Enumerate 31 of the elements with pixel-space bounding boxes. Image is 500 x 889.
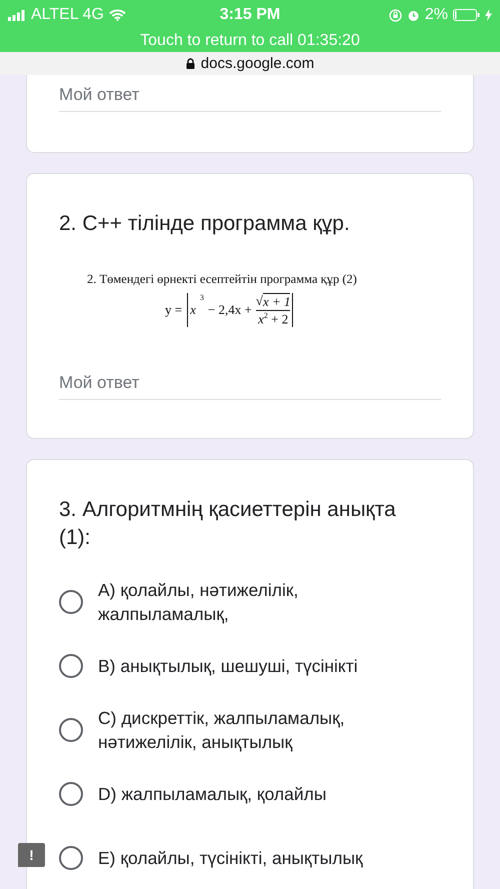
option-label[interactable]: D) жалпыламалық, қолайлы [98,782,326,806]
address-bar[interactable]: docs.google.com [0,52,500,75]
battery-percent: 2% [424,6,448,24]
option-label[interactable]: C) дискреттік, жалпыламалық, нәтижелілік, анықтылық [98,706,411,754]
signal-icon [8,10,26,20]
answer-field[interactable]: Мой ответ [59,75,441,112]
clock-time: 3:15 PM [220,6,280,24]
question-title: 3. Алгоритмнің қасиеттерін анықта (1): [59,497,397,552]
radio-button[interactable] [59,782,83,806]
page-url: docs.google.com [200,55,314,72]
alarm-icon [406,8,420,22]
task-text: 2. Төмендегі өрнекті есептейтін программа құр (2) [87,272,358,287]
radio-button[interactable] [59,654,83,678]
option-label[interactable]: B) анықтылық, шешуші, түсінікті [98,654,358,678]
question-title: 2. C++ тілінде программа құр. [59,211,351,237]
battery-icon [453,9,480,21]
option-label[interactable]: E) қолайлы, түсінікті, анықтылық [98,846,363,870]
radio-button[interactable] [59,718,83,742]
charging-icon [485,9,492,21]
feedback-button[interactable]: ! [18,843,45,867]
rotation-lock-icon [388,8,402,22]
root-sign: √ [256,293,263,310]
radio-button[interactable] [59,590,83,614]
radio-button[interactable] [59,846,83,870]
answer-input[interactable]: Мой ответ [59,373,441,394]
option-label[interactable]: A) қолайлы, нәтижелілік, жалпыламалық, [98,578,411,626]
carrier-name: ALTEL 4G [31,6,104,24]
lock-icon [186,58,195,69]
answer-input[interactable]: Мой ответ [59,85,441,105]
wifi-icon [108,9,126,21]
answer-field[interactable]: Мой ответ [59,363,441,400]
